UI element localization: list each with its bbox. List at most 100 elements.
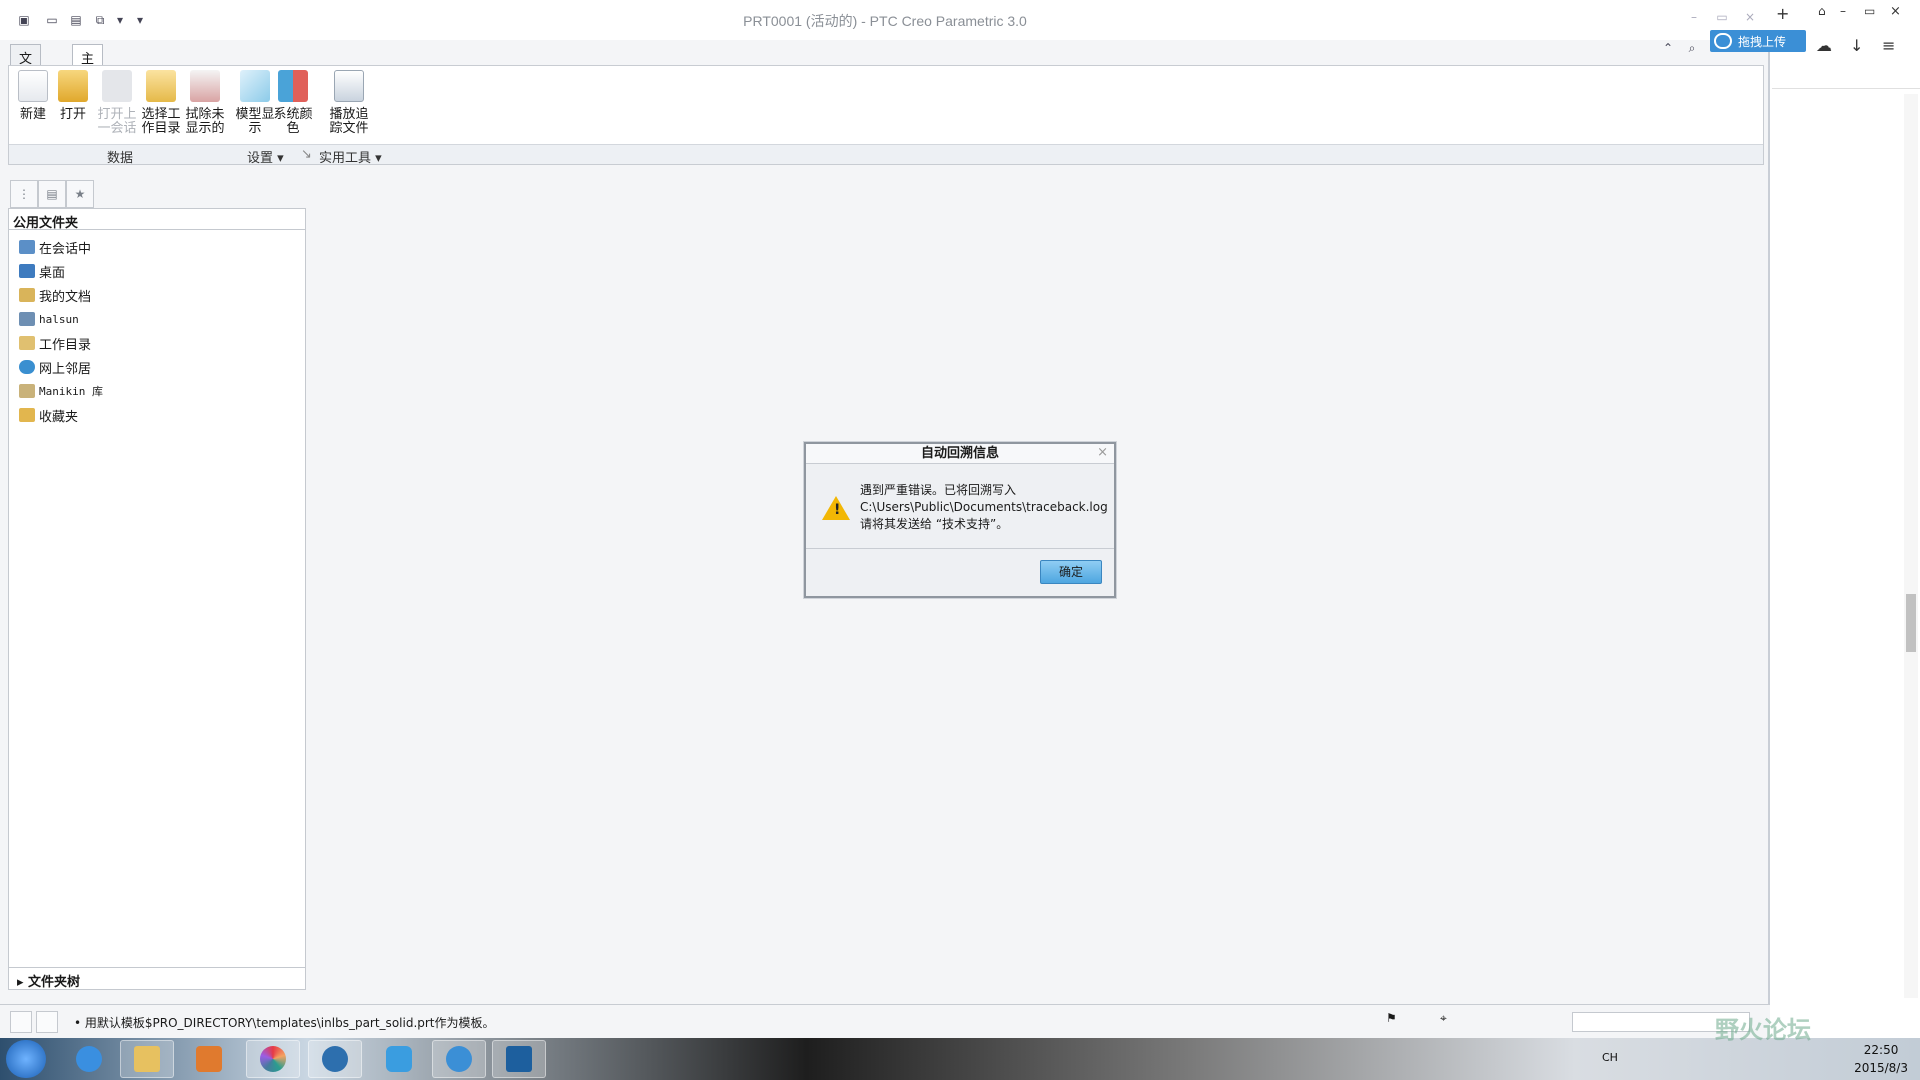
- panel-minimize-icon[interactable]: –: [1840, 4, 1846, 18]
- open-folder-icon: [58, 70, 88, 102]
- folder-item-label: 工作目录: [39, 337, 92, 353]
- panel-scrollbar[interactable]: [1904, 94, 1918, 998]
- ok-button[interactable]: 确定: [1040, 560, 1102, 584]
- collapse-ribbon-icon[interactable]: ⌃: [1658, 38, 1678, 58]
- select-working-directory-label: 选择工作目录: [141, 107, 181, 136]
- status-bar: • 用默认模板$PRO_DIRECTORY\templates\inlbs_pa…: [0, 1004, 1770, 1038]
- status-message: • 用默认模板$PRO_DIRECTORY\templates\inlbs_pa…: [74, 1016, 495, 1030]
- folder-item-label: 收藏夹: [39, 409, 79, 425]
- taskbar-explorer[interactable]: [120, 1040, 174, 1078]
- system-colors-button[interactable]: 系统颜色: [273, 70, 313, 136]
- favorites-tab-icon[interactable]: ★: [66, 180, 94, 208]
- window-icon: [506, 1046, 532, 1072]
- group-settings[interactable]: 设置 ▾: [247, 147, 284, 166]
- folder-item-in-session[interactable]: 在会话中: [19, 237, 91, 257]
- model-display-label: 模型显示: [235, 107, 275, 136]
- erase-not-displayed-button[interactable]: 拭除未显示的: [185, 70, 225, 136]
- taskbar-creo[interactable]: [308, 1040, 362, 1078]
- play-trail-file-button[interactable]: 播放追踪文件: [329, 70, 369, 136]
- download-icon[interactable]: ↓: [1850, 36, 1863, 55]
- minimize-icon[interactable]: –: [1682, 10, 1706, 28]
- play-trail-file-icon: [334, 70, 364, 102]
- group-utilities[interactable]: 实用工具 ▾: [319, 147, 382, 166]
- creo-window: ▣ ▭ ▤ ⧉ ▾ ▾ PRT0001 (活动的) - PTC Creo Par…: [0, 0, 1770, 1038]
- taskbar-messenger[interactable]: [372, 1040, 426, 1078]
- manikin-library-icon: [19, 384, 35, 398]
- taskbar-internet-explorer[interactable]: [62, 1040, 116, 1078]
- clock[interactable]: 22:50 2015/8/3: [1854, 1041, 1908, 1077]
- start-button[interactable]: [6, 1040, 46, 1078]
- folder-browser-tab-icon[interactable]: ▤: [38, 180, 66, 208]
- search-icon[interactable]: ⌕: [1682, 38, 1702, 58]
- panel-divider: [1772, 88, 1920, 89]
- new-button-label: 新建: [19, 107, 46, 122]
- toggle-browser-icon[interactable]: [36, 1011, 58, 1033]
- forum-watermark: 野火论坛: [1715, 1016, 1811, 1044]
- folder-item-desktop[interactable]: 桌面: [19, 261, 65, 281]
- computer-icon: [19, 312, 35, 326]
- model-tree-tab-icon[interactable]: ⋮: [10, 180, 38, 208]
- working-directory-icon: [19, 336, 35, 350]
- panel-restore-icon[interactable]: ▭: [1864, 4, 1875, 18]
- panel-scrollbar-thumb[interactable]: [1906, 594, 1916, 652]
- folder-item-label: 桌面: [39, 265, 66, 281]
- maximize-icon[interactable]: ▭: [1710, 10, 1734, 28]
- new-button[interactable]: 新建: [13, 70, 53, 122]
- language-indicator[interactable]: CH: [1602, 1051, 1618, 1064]
- navigator-tabs: ⋮ ▤ ★: [10, 180, 100, 208]
- dialog-close-icon[interactable]: ×: [1097, 445, 1108, 460]
- upload-cloud-icon: [1714, 33, 1732, 49]
- cloud-icon[interactable]: ☁: [1816, 36, 1832, 55]
- taskbar-cloud-drive[interactable]: [432, 1040, 486, 1078]
- taskbar: CH 22:50 2015/8/3: [0, 1038, 1920, 1080]
- dialog-message-line: 请将其发送给 “技术支持”。: [860, 517, 1009, 531]
- folder-item-label: Manikin 库: [39, 385, 103, 398]
- folder-item-my-documents[interactable]: 我的文档: [19, 285, 91, 305]
- dialog-message-line: C:\Users\Public\Documents\traceback.log: [860, 500, 1108, 514]
- open-button-label: 打开: [59, 107, 86, 122]
- folder-item-working-directory[interactable]: 工作目录: [19, 333, 91, 353]
- drag-upload-label: 拖拽上传: [1738, 34, 1787, 49]
- folder-navigator: 公用文件夹 在会话中 桌面 我的文档 halsun 工作目录 网上邻居 Mani…: [8, 208, 306, 990]
- taskbar-creo-window[interactable]: [492, 1040, 546, 1078]
- toggle-navigator-icon[interactable]: [10, 1011, 32, 1033]
- creo-icon: [322, 1046, 348, 1072]
- folder-item-favorites[interactable]: 收藏夹: [19, 405, 78, 425]
- ribbon-group-bar: 数据 设置 ▾ ↘ 实用工具 ▾: [9, 144, 1763, 166]
- model-display-button[interactable]: 模型显示: [235, 70, 275, 136]
- folder-item-label: 我的文档: [39, 289, 92, 305]
- new-file-icon: [18, 70, 48, 102]
- folder-item-manikin-library[interactable]: Manikin 库: [19, 381, 103, 401]
- drag-upload-badge[interactable]: 拖拽上传: [1710, 30, 1806, 52]
- select-working-directory-button[interactable]: 选择工作目录: [141, 70, 181, 136]
- menu-icon[interactable]: ≡: [1882, 36, 1895, 55]
- folder-item-halsun[interactable]: halsun: [19, 309, 79, 329]
- dialog-message: 遇到严重错误。已将回溯写入 C:\Users\Public\Documents\…: [860, 482, 1108, 533]
- find-icon[interactable]: ⌖: [1440, 1011, 1462, 1033]
- taskbar-color-app[interactable]: [246, 1040, 300, 1078]
- title-bar: ▣ ▭ ▤ ⧉ ▾ ▾ PRT0001 (活动的) - PTC Creo Par…: [0, 0, 1770, 40]
- close-icon[interactable]: ×: [1738, 10, 1762, 28]
- tab-file[interactable]: 文件 ▾: [10, 44, 42, 101]
- erase-not-displayed-label: 拭除未显示的: [185, 107, 225, 136]
- group-data[interactable]: 数据: [107, 147, 133, 166]
- taskbar-media-player[interactable]: [182, 1040, 236, 1078]
- clock-time: 22:50: [1863, 1043, 1899, 1057]
- tab-home[interactable]: 主页: [72, 44, 104, 86]
- folder-item-label: 在会话中: [39, 241, 92, 257]
- open-last-session-button[interactable]: 打开上一会话: [97, 70, 137, 136]
- select-working-directory-icon: [146, 70, 176, 102]
- dialog-divider: [806, 548, 1114, 549]
- panel-close-icon[interactable]: ×: [1890, 4, 1901, 19]
- folder-tree-toggle[interactable]: ▸ 文件夹树: [9, 967, 305, 990]
- pin-icon[interactable]: ⌂: [1818, 4, 1826, 18]
- folder-item-label: 网上邻居: [39, 361, 92, 377]
- group-launcher-icon[interactable]: ↘: [301, 147, 312, 162]
- model-display-icon: [240, 70, 270, 102]
- ribbon: 新建 打开 打开上一会话 选择工作目录 拭除未显示的 模型显示 系统颜色 播放追…: [8, 65, 1764, 166]
- folder-item-label: halsun: [39, 312, 79, 326]
- new-tab-icon[interactable]: +: [1776, 4, 1789, 23]
- folder-item-network[interactable]: 网上邻居: [19, 357, 91, 377]
- flag-icon[interactable]: ⚑: [1386, 1011, 1408, 1033]
- open-button[interactable]: 打开: [53, 70, 93, 122]
